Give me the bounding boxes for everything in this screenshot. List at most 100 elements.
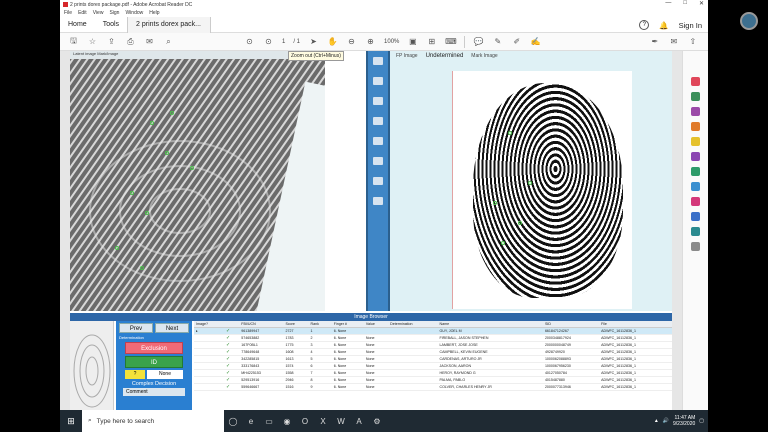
minimize-button[interactable]: — [665, 0, 671, 7]
tab-document[interactable]: 2 prints dorex pack... [127, 16, 212, 33]
more-tools-icon[interactable] [691, 242, 700, 251]
table-row[interactable]: ✓ 342285815 1613 5 6. None None CARDENAS, ARTU… [194, 355, 672, 363]
table-row[interactable]: ✓ 167F0BL1 1775 3 6. None None LAMBERT, JOSE J… [194, 341, 672, 349]
menu-window[interactable]: Window [125, 10, 143, 16]
comment-icon[interactable]: 💬 [473, 36, 484, 47]
windows-start-icon[interactable]: ⊞ [60, 410, 82, 432]
fill-sign-tool-icon[interactable] [691, 197, 700, 206]
table-row[interactable]: ✓ 559646667 1516 9 6. None None COLVER, CHARLE… [194, 383, 672, 391]
table-row[interactable]: ✓ 778649648 1608 4 6. None None CAMPBELL, KEVI… [194, 348, 672, 356]
scan-ocr-icon[interactable] [691, 167, 700, 176]
zoom-level[interactable]: 100% [384, 39, 399, 45]
sign-in-button[interactable]: Sign In [679, 21, 702, 30]
highlight-icon[interactable]: ✐ [511, 36, 522, 47]
tab-tools[interactable]: Tools [95, 17, 127, 33]
page-up-icon[interactable]: ⊙ [244, 36, 255, 47]
mark-image-tab[interactable]: Mark Image [471, 53, 497, 59]
outlook-icon[interactable]: O [296, 410, 314, 432]
table-row[interactable]: ▸ ✓ 961389947 2727 1 6. None GUY, JOEL M 661847… [194, 327, 672, 335]
scroll-mode-icon[interactable]: ⊞ [426, 36, 437, 47]
inconclusive-button[interactable]: ? [125, 370, 145, 379]
tool-button[interactable] [373, 157, 383, 165]
bookmark-star-icon[interactable]: ☆ [87, 36, 98, 47]
prepare-form-icon[interactable] [691, 227, 700, 236]
tool-button[interactable] [373, 197, 383, 205]
excel-icon[interactable]: X [314, 410, 332, 432]
menu-file[interactable]: File [64, 10, 72, 16]
table-row[interactable]: ✓ 333176843 1574 6 6. None None JACKSON, AARON… [194, 362, 672, 370]
organize-pages-icon[interactable] [691, 152, 700, 161]
page-number-input[interactable]: 1 [282, 39, 285, 45]
comment-field[interactable]: Comment [123, 388, 185, 396]
prev-button[interactable]: Prev [119, 323, 153, 333]
tool-button[interactable] [373, 177, 383, 185]
chrome-icon[interactable]: ◉ [278, 410, 296, 432]
edge-icon[interactable]: e [242, 410, 260, 432]
latent-thumbnail[interactable] [70, 321, 114, 420]
export-pdf-icon[interactable] [691, 77, 700, 86]
table-cell [388, 341, 438, 349]
protect-icon[interactable] [691, 182, 700, 191]
share-mail-icon[interactable]: ✉ [668, 36, 679, 47]
tool-button[interactable] [373, 137, 383, 145]
combine-files-icon[interactable] [691, 137, 700, 146]
save-icon[interactable]: 🖫 [68, 36, 79, 47]
volume-icon[interactable]: 🔊 [663, 418, 669, 424]
select-cursor-icon[interactable]: ➤ [308, 36, 319, 47]
next-button[interactable]: Next [155, 323, 189, 333]
tool-button[interactable] [373, 77, 383, 85]
menu-view[interactable]: View [93, 10, 104, 16]
table-row[interactable]: ✓ 574653882 1783 2 6. None None FIREBALL, JASO… [194, 334, 672, 342]
share-icon[interactable]: ⇧ [687, 36, 698, 47]
fp-image-tab[interactable]: FP Image [396, 53, 418, 59]
search-icon[interactable]: ⌕ [163, 36, 174, 47]
tool-button[interactable] [373, 57, 383, 65]
fit-page-icon[interactable]: ▣ [407, 36, 418, 47]
hand-tool-icon[interactable]: ✋ [327, 36, 338, 47]
print-icon[interactable]: ⎙ [125, 36, 136, 47]
taskbar-clock[interactable]: 11:47 AM 9/23/2020 [673, 415, 695, 427]
table-cell [194, 334, 224, 342]
id-button[interactable]: ID [125, 356, 183, 368]
menu-help[interactable]: Help [149, 10, 159, 16]
sign-icon[interactable]: ✒ [649, 36, 660, 47]
file-explorer-icon[interactable]: ▭ [260, 410, 278, 432]
create-pdf-icon[interactable] [691, 92, 700, 101]
keyboard-icon[interactable]: ⌨ [445, 36, 457, 47]
table-cell: 9 [308, 383, 332, 391]
zoom-out-icon[interactable]: ⊖ [346, 36, 357, 47]
exclusion-button[interactable]: Exclusion [125, 342, 183, 354]
tab-home[interactable]: Home [60, 17, 95, 33]
mail-icon[interactable]: ✉ [144, 36, 155, 47]
table-cell: None [363, 383, 389, 391]
tool-button[interactable] [373, 97, 383, 105]
table-cell [388, 348, 438, 356]
acrobat-taskbar-icon[interactable]: A [350, 410, 368, 432]
zoom-in-icon[interactable]: ⊕ [365, 36, 376, 47]
maximize-button[interactable]: □ [683, 0, 687, 7]
page-down-icon[interactable]: ⊙ [263, 36, 274, 47]
menu-edit[interactable]: Edit [78, 10, 87, 16]
tool-button[interactable] [373, 117, 383, 125]
document-area[interactable]: Latent image Mark/Image FP Image Undeter… [60, 51, 682, 420]
minutia-marker [493, 201, 497, 205]
task-view-icon[interactable]: ◯ [224, 410, 242, 432]
network-icon[interactable]: ▲ [654, 418, 659, 424]
help-icon[interactable]: ? [639, 20, 650, 30]
none-button[interactable]: None [147, 370, 183, 379]
taskbar-search-box[interactable]: ⌕ Type here to search [82, 410, 224, 432]
edit-pdf-icon[interactable] [691, 107, 700, 116]
menu-sign[interactable]: Sign [109, 10, 119, 16]
notifications-icon[interactable]: ▢ [699, 418, 704, 424]
table-row[interactable]: ✓ 529513916 2946 8 6. None None PALMA, PABLO 40… [194, 376, 672, 384]
settings-icon[interactable]: ⚙ [368, 410, 386, 432]
close-button[interactable]: ✕ [699, 0, 704, 7]
word-icon[interactable]: W [332, 410, 350, 432]
pen-icon[interactable]: ✎ [492, 36, 503, 47]
table-row[interactable]: ✓ MH4225153 1558 7 6. None None HEROY, RAYMOND… [194, 369, 672, 377]
comment-tool-icon[interactable] [691, 122, 700, 131]
send-for-signature-icon[interactable] [691, 212, 700, 221]
upload-icon[interactable]: ⇪ [106, 36, 117, 47]
fill-sign-icon[interactable]: ✍ [530, 36, 541, 47]
bell-icon[interactable]: 🔔 [659, 21, 668, 30]
